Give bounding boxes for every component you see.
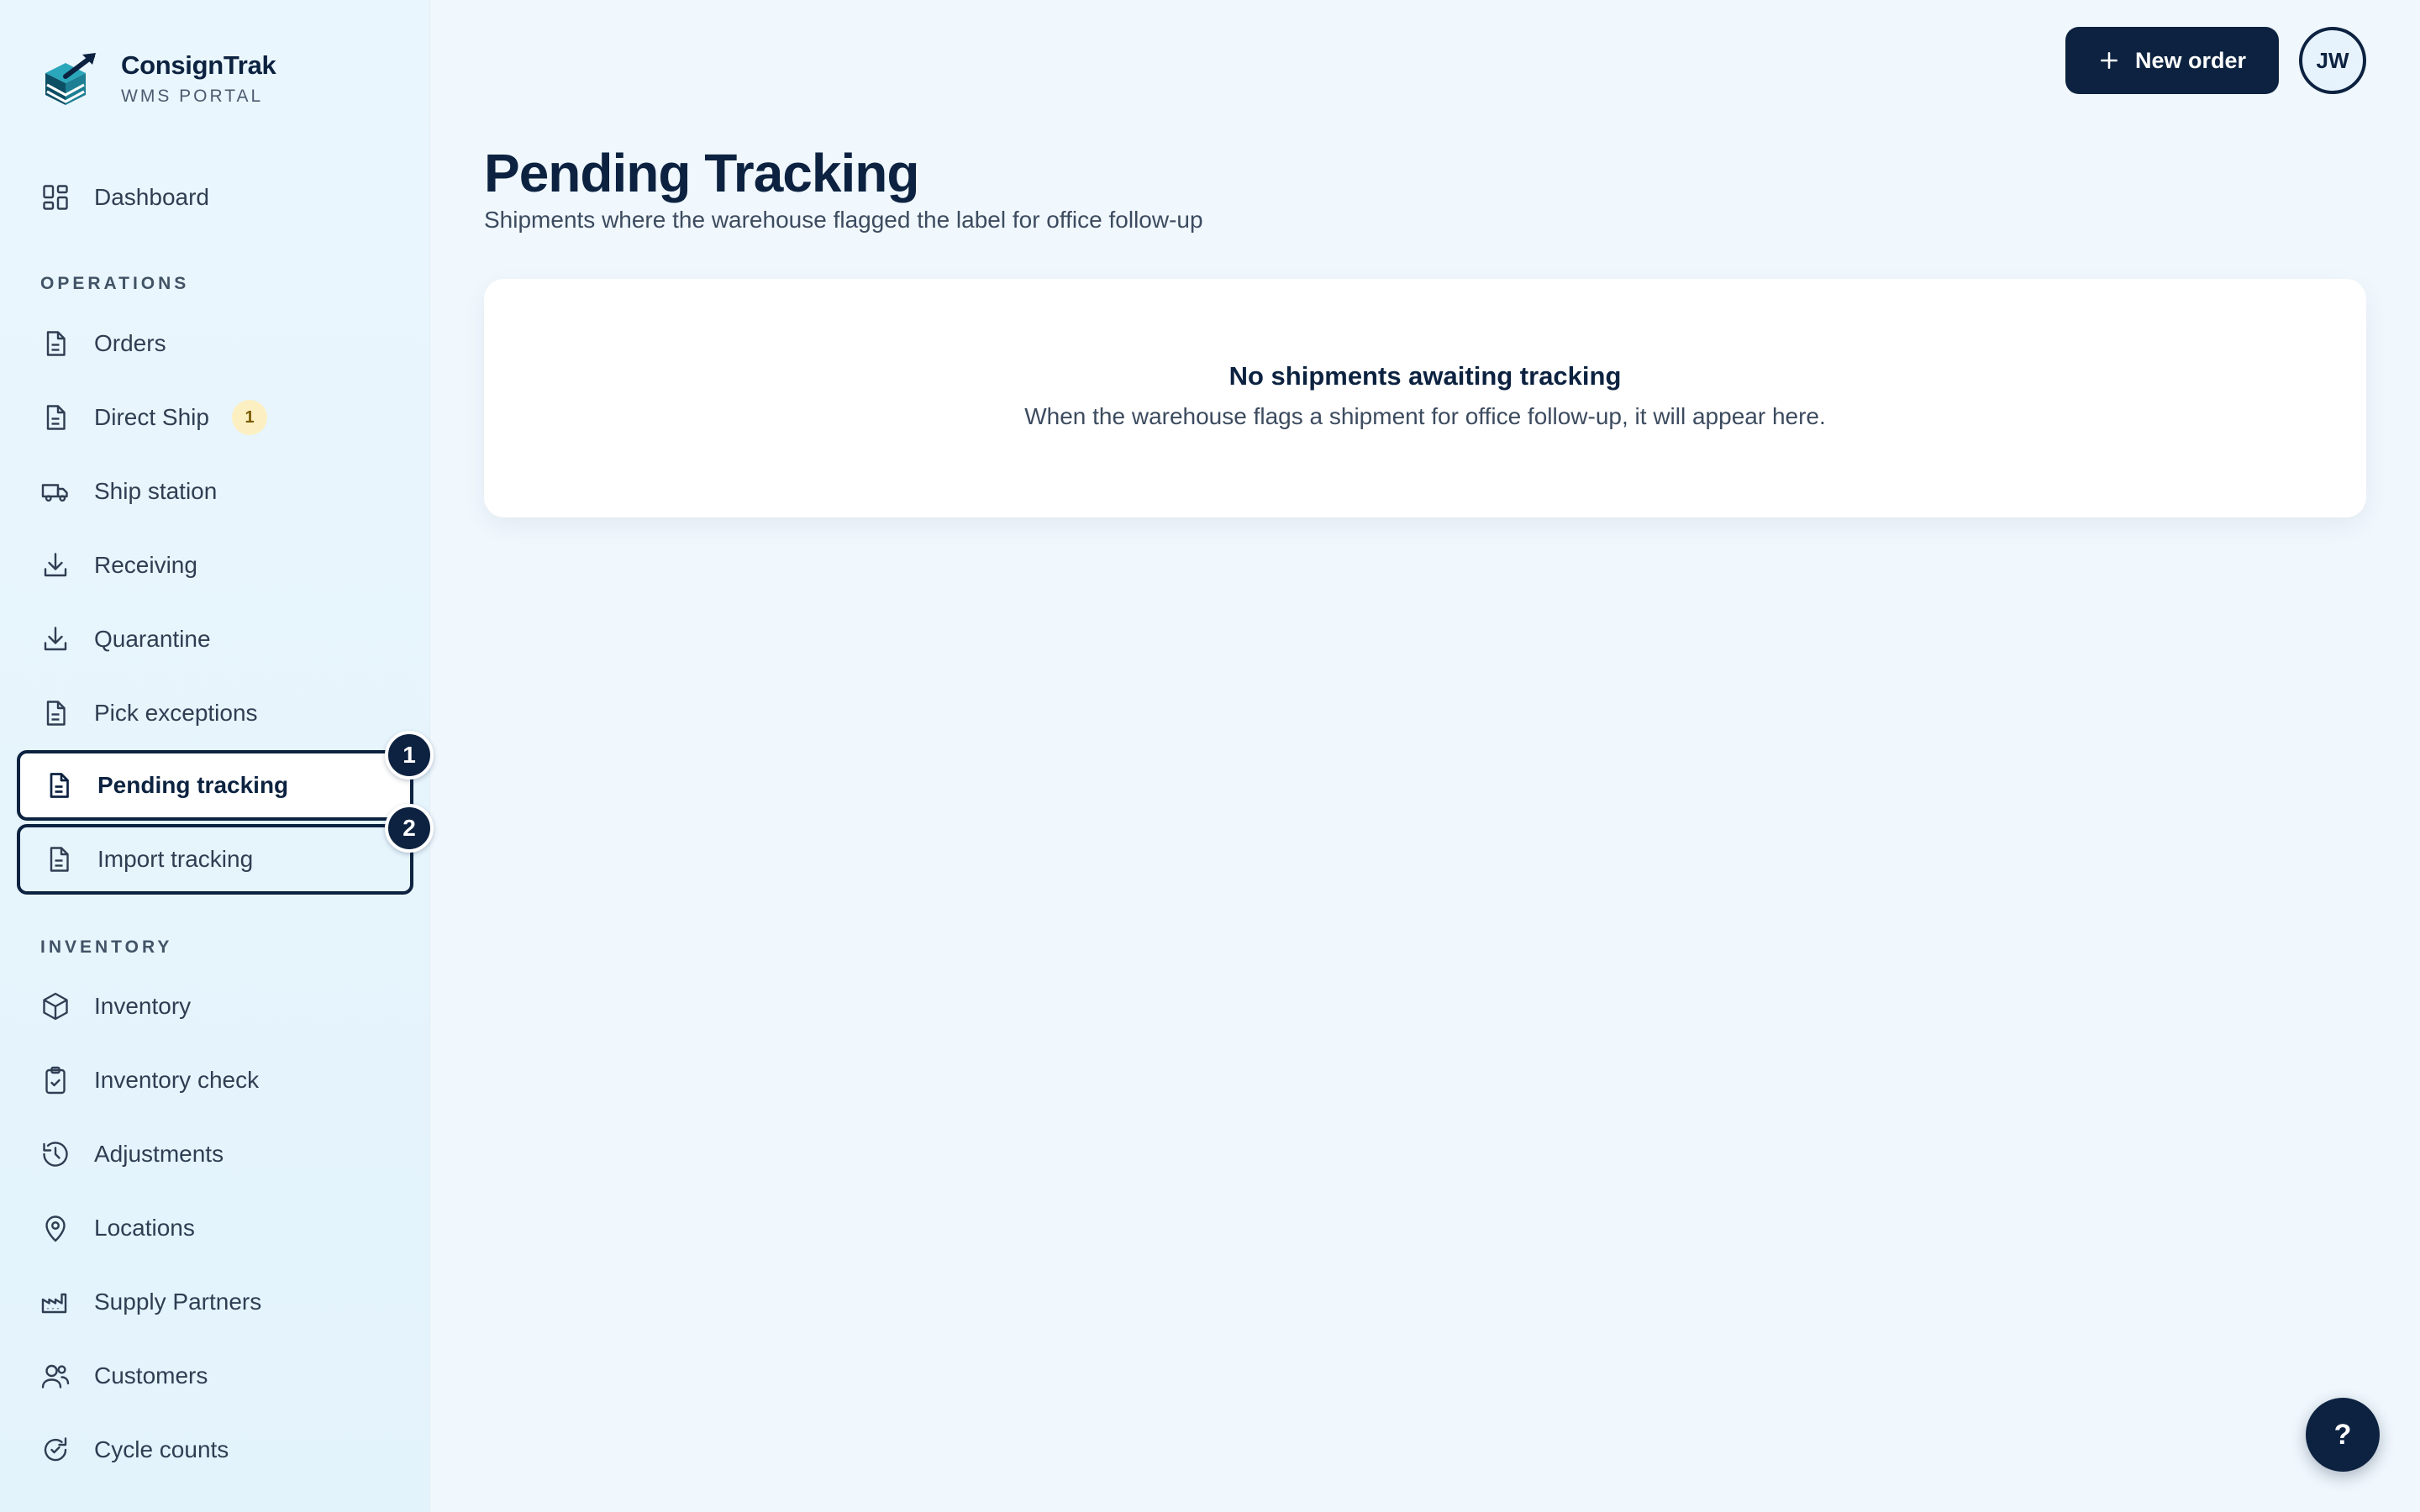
sidebar-item-label: Adjustments <box>94 1141 224 1167</box>
refresh-check-icon <box>40 1435 71 1465</box>
sidebar-item-label: Locations <box>94 1215 195 1241</box>
sidebar-item-ship-station[interactable]: Ship station <box>17 456 413 527</box>
page-subtitle: Shipments where the warehouse flagged th… <box>484 207 1203 233</box>
empty-state-title: No shipments awaiting tracking <box>1228 361 1622 391</box>
sidebar-item-import-tracking[interactable]: Import tracking <box>17 824 413 895</box>
truck-icon <box>40 476 71 507</box>
step-marker-2: 2 <box>385 804 434 853</box>
clipboard-check-icon <box>40 1065 71 1095</box>
new-order-label: New order <box>2134 47 2247 73</box>
sidebar-item-label: Customers <box>94 1362 208 1389</box>
consigntrak-logo-icon <box>45 53 96 105</box>
sidebar-item-label: Inventory check <box>94 1067 260 1093</box>
sidebar-item-adjustments[interactable]: Adjustments <box>17 1119 413 1189</box>
sidebar-item-receiving[interactable]: Receiving <box>17 530 413 601</box>
sidebar-item-pick-exceptions[interactable]: Pick exceptions <box>17 678 413 748</box>
empty-state-card: No shipments awaiting tracking When the … <box>484 279 2366 517</box>
sidebar-item-label: Pending tracking <box>97 772 289 798</box>
dashboard-icon <box>40 182 71 213</box>
sidebar-item-label: Inventory <box>94 993 192 1019</box>
document-icon <box>40 402 71 433</box>
sidebar-item-quarantine[interactable]: Quarantine <box>17 604 413 675</box>
sidebar-item-locations[interactable]: Locations <box>17 1193 413 1263</box>
page-title: Pending Tracking <box>484 143 919 203</box>
plus-icon <box>2101 52 2118 69</box>
sidebar-item-direct-ship[interactable]: Direct Ship 1 <box>17 382 413 453</box>
sidebar-item-label: Direct Ship <box>94 404 209 430</box>
sidebar: ConsignTrak WMS PORTAL Dashboard OPERATI… <box>0 0 430 1512</box>
sidebar-item-customers[interactable]: Customers <box>17 1341 413 1411</box>
sidebar-item-label: Import tracking <box>97 846 254 872</box>
document-icon <box>44 844 74 874</box>
sidebar-item-supply-partners[interactable]: Supply Partners <box>17 1267 413 1337</box>
section-label-operations: OPERATIONS <box>40 274 190 293</box>
sidebar-item-label: Receiving <box>94 552 197 578</box>
section-label-inventory: INVENTORY <box>40 937 173 957</box>
map-pin-icon <box>40 1213 71 1243</box>
count-badge: 1 <box>232 400 267 435</box>
help-button[interactable]: ? <box>2306 1398 2380 1472</box>
brand-name: ConsignTrak <box>121 50 276 80</box>
history-icon <box>40 1139 71 1169</box>
sidebar-item-label: Dashboard <box>94 184 209 210</box>
step-marker-1: 1 <box>385 731 434 780</box>
download-icon <box>40 550 71 580</box>
avatar[interactable]: JW <box>2299 27 2366 94</box>
document-icon <box>40 698 71 728</box>
brand[interactable]: ConsignTrak WMS PORTAL <box>40 47 276 111</box>
new-order-button[interactable]: New order <box>2065 27 2279 94</box>
sidebar-item-label: Pick exceptions <box>94 700 258 726</box>
sidebar-item-pending-tracking[interactable]: Pending tracking <box>17 750 413 821</box>
download-icon <box>40 624 71 654</box>
document-icon <box>40 328 71 359</box>
brand-subtitle: WMS PORTAL <box>121 87 264 106</box>
sidebar-item-dashboard[interactable]: Dashboard <box>17 162 413 233</box>
sidebar-item-orders[interactable]: Orders <box>17 308 413 379</box>
sidebar-item-inventory[interactable]: Inventory <box>17 971 413 1042</box>
document-icon <box>44 770 74 801</box>
sidebar-item-label: Supply Partners <box>94 1289 262 1315</box>
sidebar-item-cycle-counts[interactable]: Cycle counts <box>17 1415 413 1485</box>
empty-state-text: When the warehouse flags a shipment for … <box>1024 403 1826 429</box>
sidebar-item-inventory-check[interactable]: Inventory check <box>17 1045 413 1116</box>
cube-icon <box>40 991 71 1021</box>
users-icon <box>40 1361 71 1391</box>
sidebar-item-label: Quarantine <box>94 626 211 652</box>
factory-icon <box>40 1287 71 1317</box>
sidebar-item-label: Ship station <box>94 478 218 504</box>
sidebar-item-label: Cycle counts <box>94 1436 229 1462</box>
sidebar-item-label: Orders <box>94 330 166 356</box>
